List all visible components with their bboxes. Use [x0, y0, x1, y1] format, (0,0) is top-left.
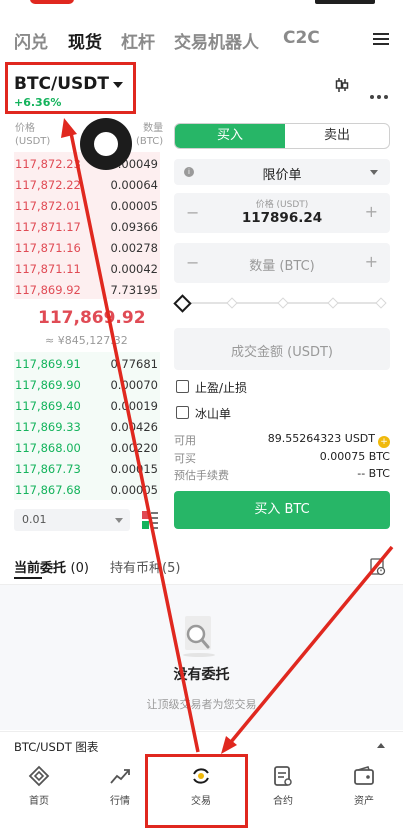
- tab-spot[interactable]: 现货: [68, 28, 102, 53]
- home-icon: [28, 765, 50, 787]
- bid-row[interactable]: 117,867.68 0.00005: [0, 480, 162, 501]
- bid-row[interactable]: 117,869.40 0.00019: [0, 396, 162, 417]
- bid-row[interactable]: 117,868.00 0.00220: [0, 438, 162, 459]
- tab-margin[interactable]: 杠杆: [121, 28, 155, 53]
- add-funds-icon[interactable]: +: [378, 436, 390, 448]
- tab-open-orders[interactable]: 当前委托 (0): [14, 557, 89, 576]
- bid-row[interactable]: 117,869.91 0.77681: [0, 354, 162, 375]
- chevron-down-icon: [370, 170, 378, 175]
- tp-sl-label[interactable]: 止盈/止损: [195, 379, 247, 396]
- chevron-up-icon: [377, 743, 385, 748]
- ask-row[interactable]: 117,871.11 0.00042: [0, 259, 162, 280]
- bid-row[interactable]: 117,869.90 0.00070: [0, 375, 162, 396]
- slider-handle[interactable]: [173, 294, 192, 313]
- price-input[interactable]: − 价格 (USDT) 117896.24 +: [174, 193, 390, 233]
- tab-trading-bots[interactable]: 交易机器人: [174, 28, 259, 53]
- nav-home[interactable]: 首页: [9, 765, 69, 807]
- menu-icon[interactable]: [373, 30, 389, 46]
- top-nav: 闪兑 现货 杠杆 交易机器人 C2C: [0, 24, 403, 54]
- price-header: 价格 (USDT): [15, 123, 51, 147]
- markets-icon: [110, 769, 130, 784]
- orders-tabs: 当前委托 (0) 持有币种(5): [0, 553, 403, 583]
- empty-subtitle-link[interactable]: 让顶级交易者为您交易: [0, 696, 403, 712]
- bid-row[interactable]: 117,869.33 0.00426: [0, 417, 162, 438]
- candlestick-icon[interactable]: [334, 77, 350, 93]
- ask-row[interactable]: 117,871.17 0.09366: [0, 217, 162, 238]
- order-type-select[interactable]: i 限价单: [174, 159, 390, 185]
- order-history-icon[interactable]: [370, 558, 386, 576]
- status-icons: [315, 0, 375, 4]
- quantity-input[interactable]: − 数量 (BTC) +: [174, 243, 390, 283]
- iceberg-label[interactable]: 冰山单: [195, 405, 231, 422]
- ask-row[interactable]: 117,872.01 0.00005: [0, 196, 162, 217]
- ask-row[interactable]: 117,872.23 0.00049: [0, 154, 162, 175]
- nav-futures[interactable]: 合约: [253, 765, 313, 807]
- tab-holdings[interactable]: 持有币种(5): [110, 557, 180, 576]
- nav-markets[interactable]: 行情: [90, 765, 150, 807]
- total-input[interactable]: 成交金额 (USDT): [174, 328, 390, 370]
- status-indicator: [30, 0, 74, 4]
- wallet-icon: [354, 766, 374, 785]
- tab-swap[interactable]: 闪兑: [14, 28, 48, 53]
- tab-c2c[interactable]: C2C: [283, 28, 320, 48]
- bid-row[interactable]: 117,867.73 0.00015: [0, 459, 162, 480]
- iceberg-checkbox[interactable]: [176, 406, 189, 419]
- trade-tab-highlight-box: [145, 754, 248, 828]
- depth-select[interactable]: 0.01: [14, 509, 130, 531]
- buy-btc-button[interactable]: 买入 BTC: [174, 491, 390, 529]
- buy-tab[interactable]: 买入: [175, 124, 285, 148]
- ask-row[interactable]: 117,871.16 0.00278: [0, 238, 162, 259]
- empty-orders-icon: [183, 616, 215, 657]
- sell-tab[interactable]: 卖出: [285, 124, 389, 148]
- empty-title: 没有委托: [173, 667, 230, 683]
- amount-slider[interactable]: [173, 294, 387, 313]
- nav-assets[interactable]: 资产: [334, 765, 394, 807]
- pair-change: +6.36%: [14, 96, 62, 109]
- chevron-down-icon[interactable]: [113, 82, 123, 88]
- last-price-fiat: ≈ ¥845,127.32: [45, 334, 128, 347]
- touch-cursor: [80, 118, 132, 170]
- pair-selector[interactable]: BTC/USDT: [14, 74, 109, 94]
- buy-sell-toggle: 买入 卖出: [174, 123, 390, 149]
- orderbook-layout-icon[interactable]: [141, 510, 159, 530]
- price-increment-button[interactable]: +: [365, 202, 378, 221]
- qty-header: 数量 (BTC): [136, 123, 164, 147]
- more-icon[interactable]: [370, 84, 391, 103]
- ask-row[interactable]: 117,872.22 0.00064: [0, 175, 162, 196]
- active-tab-indicator: [14, 577, 42, 579]
- qty-increment-button[interactable]: +: [365, 252, 378, 271]
- futures-icon: [274, 766, 292, 786]
- ask-row[interactable]: 117,869.92 7.73195: [0, 280, 162, 301]
- status-bar: [0, 0, 403, 14]
- last-price: 117,869.92: [38, 308, 146, 328]
- tp-sl-checkbox[interactable]: [176, 380, 189, 393]
